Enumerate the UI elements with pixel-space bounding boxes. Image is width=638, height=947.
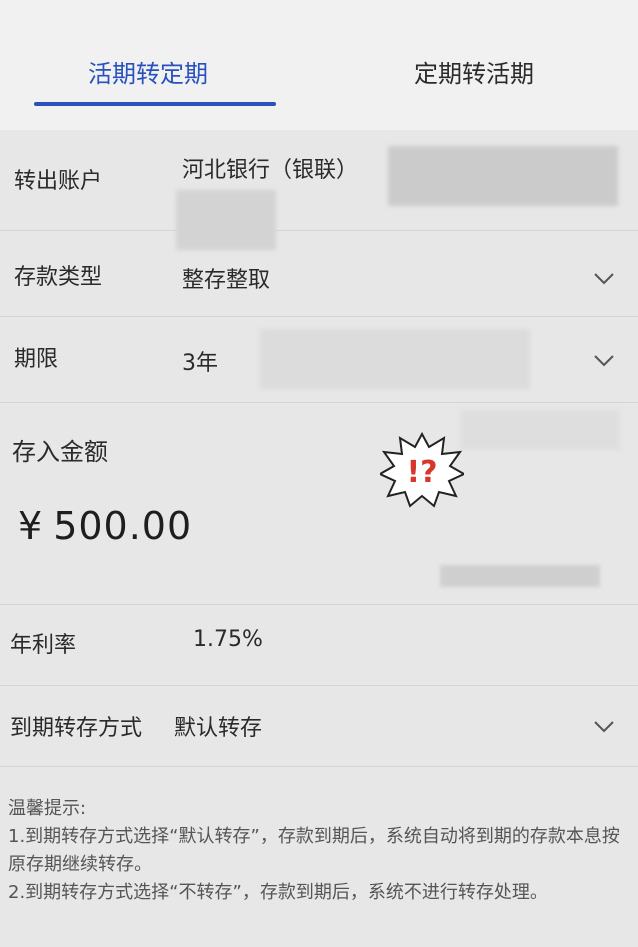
divider bbox=[0, 766, 638, 767]
term-value: 3年 bbox=[182, 351, 218, 376]
term-label: 期限 bbox=[14, 347, 59, 372]
renewal-row[interactable]: 到期转存方式 默认转存 bbox=[0, 686, 638, 766]
amount-label: 存入金额 bbox=[12, 438, 108, 466]
redacted-amount-hint bbox=[440, 565, 600, 587]
active-tab-indicator bbox=[34, 102, 276, 106]
redacted-term-detail bbox=[260, 329, 530, 389]
deposit-type-value: 整存整取 bbox=[182, 268, 271, 293]
svg-text:!?: !? bbox=[406, 455, 437, 490]
rate-row: 年利率 1.75% bbox=[0, 605, 638, 685]
redacted-account-number bbox=[388, 146, 618, 206]
deposit-type-label: 存款类型 bbox=[14, 265, 103, 290]
rate-label: 年利率 bbox=[10, 633, 77, 658]
from-account-row[interactable]: 转出账户 河北银行（银联） bbox=[0, 130, 638, 250]
amount-value: 500.00 bbox=[53, 504, 193, 548]
renewal-value: 默认转存 bbox=[174, 716, 263, 741]
currency-symbol: ¥ bbox=[18, 504, 44, 548]
exclamation-question-sticker-icon: !? bbox=[377, 431, 467, 508]
chevron-down-icon[interactable] bbox=[592, 348, 616, 372]
tips-title: 温馨提示: bbox=[8, 798, 87, 819]
from-account-value: 河北银行（银联） bbox=[182, 158, 359, 183]
tips-line-1: 1.到期转存方式选择“默认转存”，存款到期后，系统自动将到期的存款本息按原存期继… bbox=[8, 826, 620, 875]
tips-section: 温馨提示: 1.到期转存方式选择“默认转存”，存款到期后，系统自动将到期的存款本… bbox=[8, 795, 620, 907]
tab-fixed-to-current[interactable]: 定期转活期 bbox=[414, 54, 534, 89]
amount-input[interactable]: ¥500.00 bbox=[18, 504, 192, 548]
divider bbox=[0, 402, 638, 403]
deposit-type-row[interactable]: 存款类型 整存整取 bbox=[0, 231, 638, 316]
tab-current-to-fixed[interactable]: 活期转定期 bbox=[88, 54, 208, 89]
chevron-down-icon[interactable] bbox=[592, 266, 616, 290]
tab-bar: 活期转定期 定期转活期 bbox=[0, 0, 638, 130]
rate-value: 1.75% bbox=[193, 627, 263, 652]
redacted-balance bbox=[460, 410, 620, 450]
renewal-label: 到期转存方式 bbox=[10, 716, 143, 741]
from-account-label: 转出账户 bbox=[14, 169, 103, 194]
term-row[interactable]: 期限 3年 bbox=[0, 317, 638, 402]
chevron-down-icon[interactable] bbox=[592, 714, 616, 738]
tips-line-2: 2.到期转存方式选择“不转存”，存款到期后，系统不进行转存处理。 bbox=[8, 882, 548, 903]
